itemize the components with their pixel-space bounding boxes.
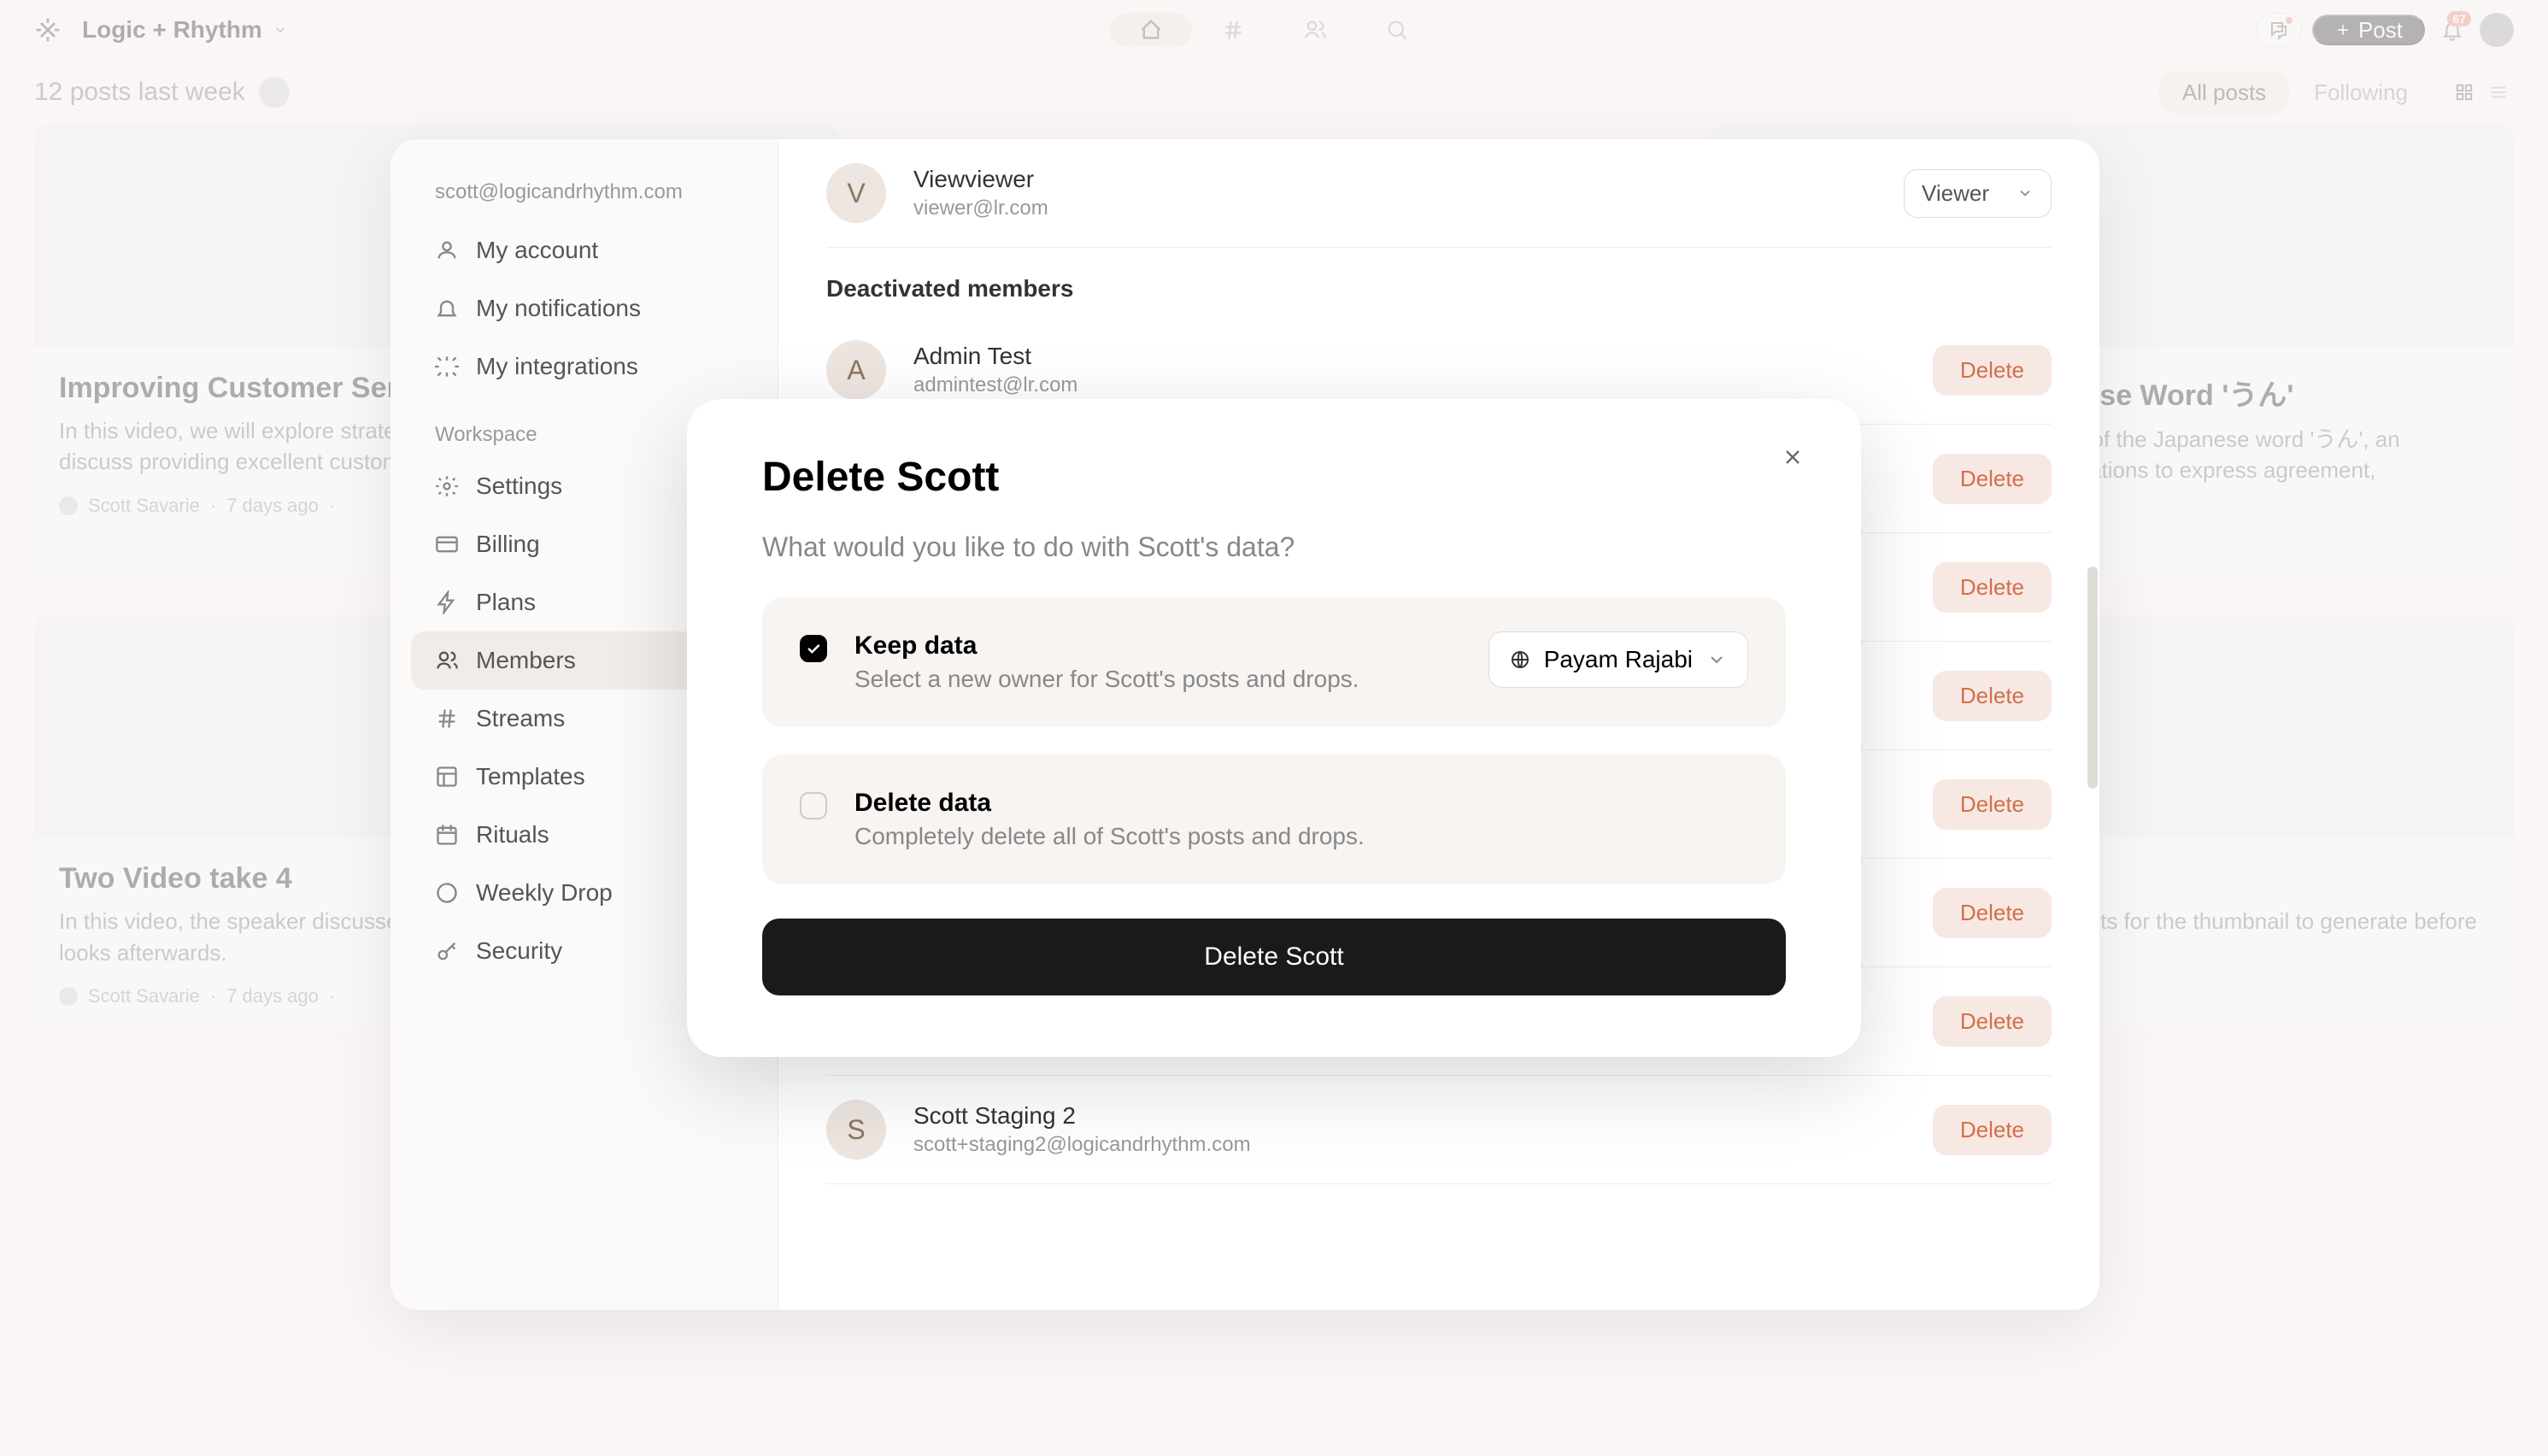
- option-title: Delete data: [854, 789, 1748, 818]
- option-desc: Completely delete all of Scott's posts a…: [854, 823, 1748, 850]
- modal-close-button[interactable]: [1779, 443, 1806, 471]
- owner-name: Payam Rajabi: [1544, 646, 1693, 673]
- option-desc: Select a new owner for Scott's posts and…: [854, 666, 1461, 693]
- chevron-down-icon: [1706, 649, 1727, 670]
- checkbox-delete[interactable]: [800, 792, 827, 819]
- option-title: Keep data: [854, 631, 1461, 660]
- modal-subtitle: What would you like to do with Scott's d…: [762, 531, 1786, 563]
- modal-title: Delete Scott: [762, 454, 1786, 501]
- checkbox-keep[interactable]: [800, 635, 827, 662]
- option-delete-data[interactable]: Delete data Completely delete all of Sco…: [762, 754, 1786, 884]
- check-icon: [805, 640, 822, 657]
- globe-icon: [1510, 649, 1530, 670]
- close-icon: [1781, 445, 1805, 469]
- confirm-delete-button[interactable]: Delete Scott: [762, 919, 1786, 995]
- new-owner-select[interactable]: Payam Rajabi: [1488, 631, 1748, 688]
- modal-overlay: Delete Scott What would you like to do w…: [0, 0, 2548, 1456]
- option-keep-data[interactable]: Keep data Select a new owner for Scott's…: [762, 597, 1786, 727]
- delete-member-modal: Delete Scott What would you like to do w…: [687, 399, 1861, 1057]
